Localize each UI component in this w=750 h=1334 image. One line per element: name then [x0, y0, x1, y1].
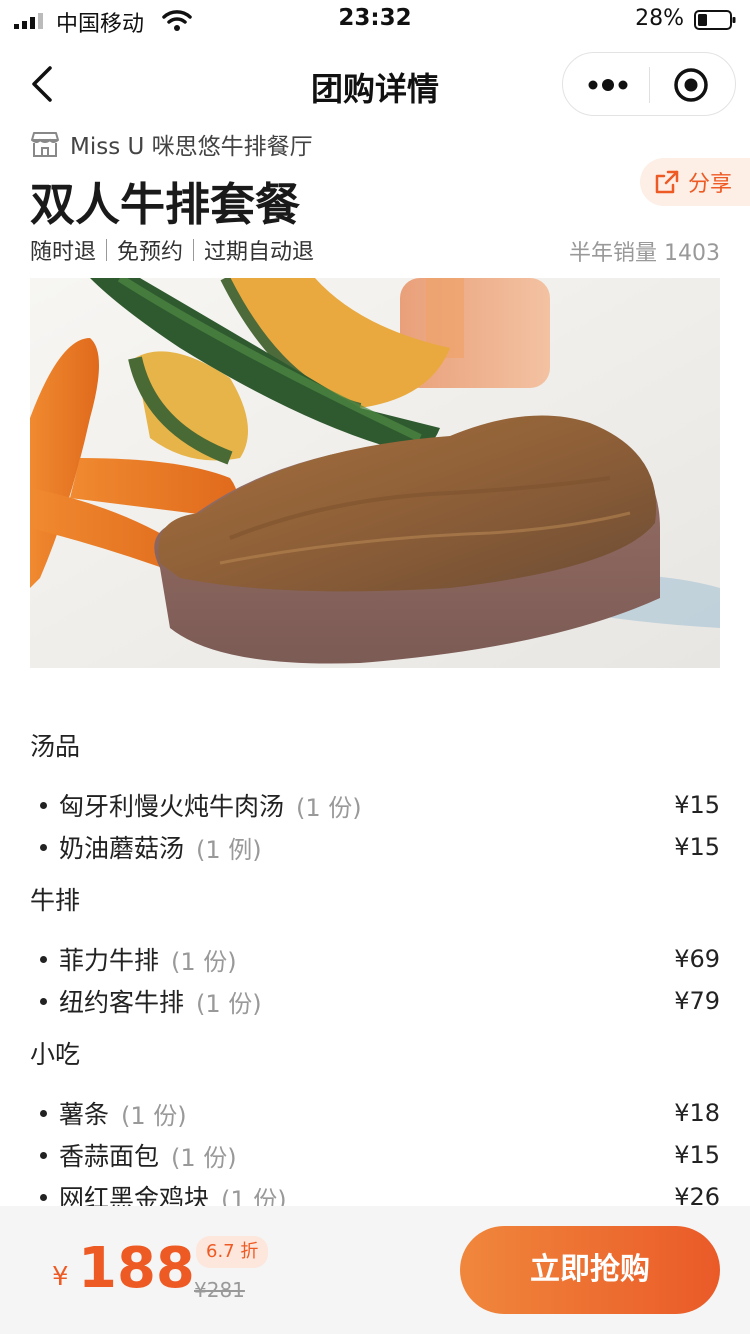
tag-divider	[193, 239, 195, 261]
discount-badge: 6.7 折	[196, 1236, 269, 1268]
bullet-dot	[40, 955, 47, 963]
share-button[interactable]: 分享	[640, 158, 750, 206]
menu-item: 奶油蘑菇汤 (1 例) ¥15	[30, 826, 720, 868]
shop-icon	[31, 132, 59, 157]
share-label: 分享	[688, 172, 733, 197]
item-qty: (1 例)	[196, 835, 262, 864]
capsule-divider	[649, 67, 650, 103]
item-name: 薯条	[59, 1100, 110, 1129]
menu-item: 香蒜面包 (1 份) ¥15	[30, 1134, 720, 1176]
category-title: 牛排	[30, 886, 81, 915]
item-name: 匈牙利慢火炖牛肉汤	[59, 792, 285, 821]
shop-row[interactable]: Miss U 咪思悠牛排餐厅	[30, 126, 313, 162]
battery-icon	[694, 10, 736, 30]
tag-refund-anytime: 随时退	[30, 240, 97, 265]
item-price: ¥18	[674, 1099, 720, 1127]
nav-bar: 团购详情	[0, 44, 750, 124]
item-name: 奶油蘑菇汤	[59, 834, 185, 863]
menu-item: 菲力牛排 (1 份) ¥69	[30, 938, 720, 980]
category-title: 小吃	[30, 1040, 81, 1069]
status-bar: 中国移动 23:32 28%	[0, 0, 750, 40]
menu-category-steak: 牛排 菲力牛排 (1 份) ¥69 纽约客牛排 (1 份) ¥79	[30, 876, 720, 1022]
battery-percent: 28%	[635, 6, 684, 31]
share-icon	[655, 170, 679, 194]
tag-auto-refund: 过期自动退	[204, 240, 315, 265]
item-price: ¥79	[674, 987, 720, 1015]
deal-price: 188	[78, 1236, 195, 1301]
menu-item: 薯条 (1 份) ¥18	[30, 1092, 720, 1134]
original-price: ¥281	[194, 1278, 245, 1302]
menu-category-snack: 小吃 薯条 (1 份) ¥18 香蒜面包 (1 份) ¥15 网红黑金鸡块 (1…	[30, 1030, 720, 1218]
bullet-dot	[40, 997, 47, 1005]
category-title: 汤品	[30, 732, 81, 761]
currency-symbol: ¥	[52, 1262, 69, 1292]
item-name: 纽约客牛排	[59, 988, 185, 1017]
bullet-dot	[40, 801, 47, 809]
more-icon[interactable]	[585, 69, 631, 101]
deal-tags: 随时退 免预约 过期自动退	[30, 232, 314, 268]
purchase-bar: ¥ 188 6.7 折 ¥281 立即抢购	[0, 1206, 750, 1334]
menu-item: 匈牙利慢火炖牛肉汤 (1 份) ¥15	[30, 784, 720, 826]
tag-no-reservation: 免预约	[117, 240, 184, 265]
deal-title: 双人牛排套餐	[30, 178, 301, 231]
close-target-icon[interactable]	[671, 65, 711, 105]
bullet-dot	[40, 1109, 47, 1117]
menu-category-soup: 汤品 匈牙利慢火炖牛肉汤 (1 份) ¥15 奶油蘑菇汤 (1 例) ¥15	[30, 722, 720, 868]
item-qty: (1 份)	[196, 989, 262, 1018]
item-qty: (1 份)	[121, 1101, 187, 1130]
item-price: ¥15	[674, 791, 720, 819]
item-name: 菲力牛排	[59, 946, 160, 975]
miniprogram-capsule	[562, 52, 736, 116]
item-price: ¥15	[674, 1141, 720, 1169]
bullet-dot	[40, 843, 47, 851]
deal-image[interactable]	[30, 278, 720, 668]
steak-photo	[30, 278, 720, 668]
menu-item: 纽约客牛排 (1 份) ¥79	[30, 980, 720, 1022]
sales-count: 半年销量 1403	[569, 241, 720, 266]
item-price: ¥69	[674, 945, 720, 973]
item-qty: (1 份)	[171, 947, 237, 976]
item-price: ¥15	[674, 833, 720, 861]
item-qty: (1 份)	[296, 793, 362, 822]
shop-name: Miss U 咪思悠牛排餐厅	[70, 134, 313, 160]
item-qty: (1 份)	[171, 1143, 237, 1172]
bullet-dot	[40, 1151, 47, 1159]
package-menu: 汤品 匈牙利慢火炖牛肉汤 (1 份) ¥15 奶油蘑菇汤 (1 例) ¥15 牛…	[30, 722, 720, 1226]
tag-divider	[106, 239, 108, 261]
item-name: 香蒜面包	[59, 1142, 160, 1171]
bullet-dot	[40, 1193, 47, 1201]
buy-now-button[interactable]: 立即抢购	[460, 1226, 720, 1314]
